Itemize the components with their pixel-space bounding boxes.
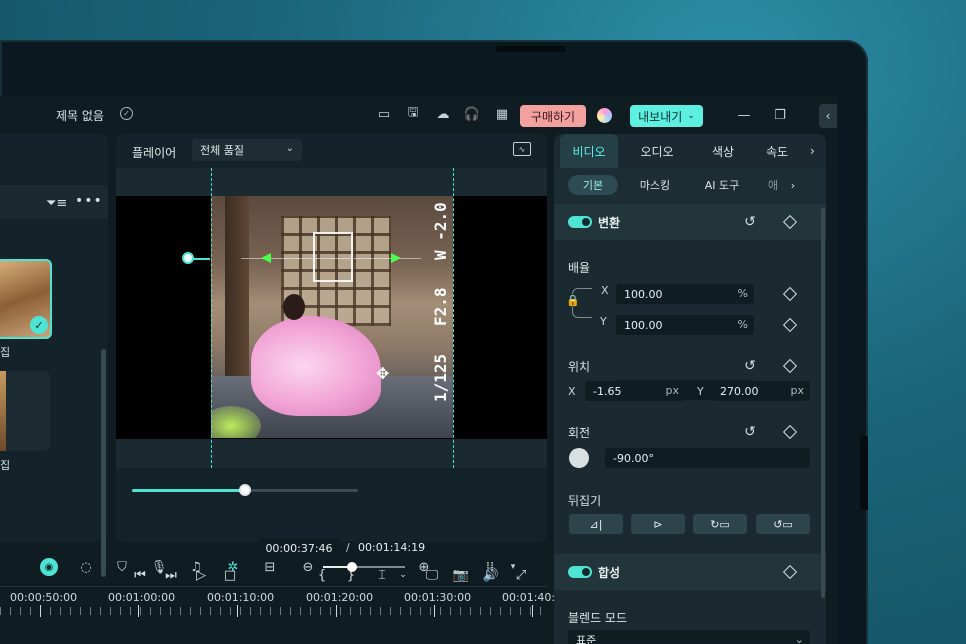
rotate-handle-line (192, 258, 210, 260)
player-panel: 플레이어 전체 품질 ⌄ ∿ 1/125 F2.8 W -2.0 ✥ (116, 134, 547, 542)
camera-notch (496, 46, 566, 52)
title-bar: 제목 없음 ✓ ▭ 🖫 ☁ 🎧 ▦ 구매하기 내보내기 ⌄ — ❐ ‹ (0, 96, 838, 134)
check-icon: ✓ (30, 316, 48, 334)
chevron-down-icon: ⌄ (285, 143, 294, 154)
arrow-right-icon (391, 253, 401, 263)
subtab-ai-tools[interactable]: AI 도구 (694, 175, 750, 195)
media-label: 집 (0, 346, 11, 359)
chevron-right-icon[interactable]: › (810, 144, 815, 158)
saved-check-icon: ✓ (120, 107, 133, 120)
scale-label: 배율 (568, 261, 591, 275)
next-frame-icon[interactable]: ⏭ (162, 566, 180, 584)
scrollbar[interactable] (101, 349, 106, 577)
mark-out-icon[interactable]: } (342, 566, 360, 584)
display-icon[interactable]: 🖵 (423, 566, 441, 584)
scale-x-unit: % (737, 287, 748, 300)
chevron-down-icon[interactable]: ⌄ (394, 566, 412, 584)
export-button[interactable]: 내보내기 ⌄ (630, 105, 703, 127)
subtab-basic[interactable]: 기본 (568, 175, 618, 195)
scale-y-field[interactable]: 100.00 % (616, 315, 754, 335)
cloud-icon[interactable]: ☁ (435, 106, 451, 122)
playback-scrubber[interactable] (132, 484, 358, 496)
stop-icon[interactable]: □ (221, 566, 239, 584)
thumbnail-image (0, 371, 6, 451)
tab-video[interactable]: 비디오 (560, 134, 618, 168)
arrow-left-icon (261, 253, 271, 263)
focus-frame (313, 232, 353, 282)
more-icon[interactable]: ••• (75, 193, 103, 209)
divider (0, 186, 108, 187)
preview-image[interactable]: 1/125 F2.8 W -2.0 ✥ (211, 196, 453, 438)
transform-title: 변환 (598, 216, 621, 230)
media-thumbnail[interactable]: ✓ (0, 259, 52, 339)
minimize-icon[interactable]: — (734, 105, 754, 125)
subtab-masking[interactable]: 마스킹 (630, 175, 680, 195)
fullscreen-icon[interactable]: ⤢ (512, 566, 530, 584)
image-dress (251, 316, 381, 416)
lock-icon[interactable]: 🔒 (566, 294, 580, 307)
camera-icon[interactable]: 📷 (452, 566, 470, 584)
image-person (283, 294, 305, 320)
preview-canvas: 1/125 F2.8 W -2.0 ✥ (116, 168, 547, 468)
tab-speed[interactable]: 속도 (766, 134, 810, 168)
media-thumbnail[interactable] (0, 371, 50, 451)
scale-x-field[interactable] (616, 380, 754, 400)
current-time[interactable]: 00:00:37:46 (259, 538, 339, 558)
volume-icon[interactable]: 🔊 (482, 566, 500, 584)
guide-line-right (453, 168, 454, 468)
rotate-handle[interactable] (182, 252, 194, 264)
panel-collapse-icon[interactable]: ‹ (819, 104, 837, 128)
scale-x-field[interactable]: 100.00 % (616, 284, 754, 304)
filter-icon[interactable]: ⏷≡ (46, 196, 67, 211)
total-time: 00:01:14:19 (358, 541, 426, 554)
scale-y-value: 100.00 (624, 318, 663, 332)
scale-x-axis: X (601, 284, 609, 297)
quality-select[interactable]: 전체 품질 ⌄ (192, 139, 302, 161)
laptop-hinge (860, 436, 868, 510)
shutter-text: 1/125 (431, 353, 450, 402)
reset-icon[interactable]: ↺ (742, 214, 758, 230)
player-title: 플레이어 (132, 146, 177, 160)
mark-in-icon[interactable]: { (313, 566, 331, 584)
aperture-text: F2.8 (431, 287, 450, 327)
chevron-down-icon: ⌄ (687, 111, 695, 121)
play-icon[interactable]: ▷ (192, 566, 210, 584)
export-label: 내보내기 (638, 109, 683, 124)
exposure-text: W -2.0 (431, 202, 450, 260)
scale-y-unit: % (737, 318, 748, 331)
restore-icon[interactable]: ❐ (770, 105, 790, 125)
time-separator: / (346, 541, 350, 554)
properties-panel: 비디오 오디오 색상 속도 › 기본 마스킹 AI 도구 애 › 변환 ↺ 배율… (554, 134, 826, 644)
project-title[interactable]: 제목 없음 (56, 107, 104, 124)
scrubber-fill (132, 489, 245, 492)
tab-audio[interactable]: 오디오 (630, 134, 684, 168)
avatar[interactable] (597, 108, 612, 123)
tab-color[interactable]: 색상 (698, 134, 748, 168)
support-icon[interactable]: 🎧 (464, 106, 480, 122)
property-subtabs: 기본 마스킹 AI 도구 애 › (554, 168, 826, 202)
chevron-right-icon[interactable]: › (786, 175, 800, 195)
transform-section-header[interactable]: 변환 ↺ (554, 204, 826, 240)
scope-icon[interactable]: ∿ (513, 142, 531, 156)
property-tabs: 비디오 오디오 색상 속도 › (554, 134, 826, 168)
prev-frame-icon[interactable]: ⏮ (131, 566, 149, 584)
grid-icon[interactable]: ▦ (494, 106, 510, 122)
scale-x-value: 100.00 (624, 287, 663, 301)
media-panel: ⏷≡ ••• ✓ 집 집 (0, 134, 108, 577)
layout-icon[interactable]: ▭ (376, 106, 392, 122)
keyframe-diamond-icon[interactable] (782, 214, 798, 230)
subtab-more[interactable]: 애 (766, 175, 780, 195)
camera-overlay: 1/125 F2.8 W -2.0 (431, 202, 451, 402)
app-window: 제목 없음 ✓ ▭ 🖫 ☁ 🎧 ▦ 구매하기 내보내기 ⌄ — ❐ ‹ ⏷≡ •… (0, 96, 838, 644)
clip-marker-icon[interactable]: ⌶ (373, 566, 391, 584)
buy-button[interactable]: 구매하기 (520, 105, 586, 127)
media-label: 집 (0, 459, 11, 472)
player-header: 플레이어 전체 품질 ⌄ ∿ (116, 134, 547, 168)
transform-toggle[interactable] (568, 216, 592, 228)
move-icon[interactable]: ✥ (376, 364, 389, 383)
guide-line-left (211, 168, 212, 468)
save-icon[interactable]: 🖫 (405, 105, 421, 122)
scrubber-knob[interactable] (239, 484, 251, 496)
quality-value: 전체 품질 (200, 144, 244, 157)
